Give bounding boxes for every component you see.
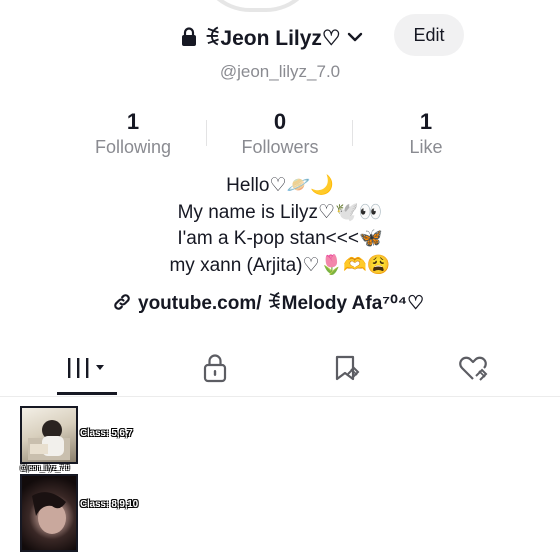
display-name: ꉂJeon Lilyz♡ (204, 27, 341, 50)
bio-line: My name is Lilyz♡🕊️👀 (177, 201, 383, 223)
lock-icon (203, 354, 227, 383)
bio: Hello♡🪐🌙 My name is Lilyz♡🕊️👀 I'am a K-p… (0, 173, 560, 279)
stat-divider (206, 120, 207, 146)
bio-line: I'am a K-pop stan<<<🦋 (177, 228, 383, 249)
post-thumbnail[interactable] (20, 474, 78, 552)
stat-value: 0 (273, 109, 287, 134)
stat-label: Like (409, 137, 443, 157)
bio-line: Hello♡🪐🌙 (226, 175, 334, 196)
lock-icon (182, 27, 196, 46)
stat-value: 1 (126, 109, 140, 134)
stat-label: Followers (241, 137, 319, 157)
stat-label: Following (94, 137, 172, 157)
grid-icon (68, 358, 104, 378)
post-image (32, 492, 66, 534)
post-watermark: @jeon_lilyz_7.0 (20, 465, 70, 472)
chevron-down-icon[interactable] (347, 31, 363, 43)
stat-following[interactable]: 1 Following (63, 108, 203, 158)
profile-handle: @jeon_lilyz_7.0 (219, 62, 341, 81)
bio-line: my xann (Arjita)♡🌷🫶😩 (169, 254, 391, 276)
profile-header: ꉂJeon Lilyz♡ (180, 22, 363, 52)
post-thumbnail[interactable] (20, 406, 78, 464)
post-image (28, 420, 70, 460)
avatar[interactable] (198, 0, 318, 12)
tab-private[interactable] (145, 340, 285, 396)
active-tab-indicator (57, 392, 117, 395)
edit-profile-button[interactable]: Edit (394, 14, 464, 56)
link-text: youtube.com/ ꉂMelody Afa⁷⁰⁴♡ (138, 293, 425, 314)
stat-followers[interactable]: 0 Followers (210, 108, 350, 158)
link-icon (114, 294, 130, 310)
tab-saved[interactable] (276, 340, 416, 396)
stat-value: 1 (419, 109, 433, 134)
stat-divider (352, 120, 353, 146)
tab-videos[interactable] (17, 340, 157, 396)
post-caption: Class: 8,9,10 (80, 499, 138, 510)
saved-icon (335, 355, 360, 381)
liked-icon (459, 356, 488, 381)
profile-stats: 1 Following 0 Followers 1 Like (0, 108, 560, 164)
post-caption: Class: 5,6,7 (80, 428, 133, 439)
tab-liked[interactable] (404, 340, 544, 396)
bio-link[interactable]: youtube.com/ ꉂMelody Afa⁷⁰⁴♡ (112, 288, 424, 316)
profile-tabs (0, 340, 560, 397)
stat-likes[interactable]: 1 Like (356, 108, 496, 158)
